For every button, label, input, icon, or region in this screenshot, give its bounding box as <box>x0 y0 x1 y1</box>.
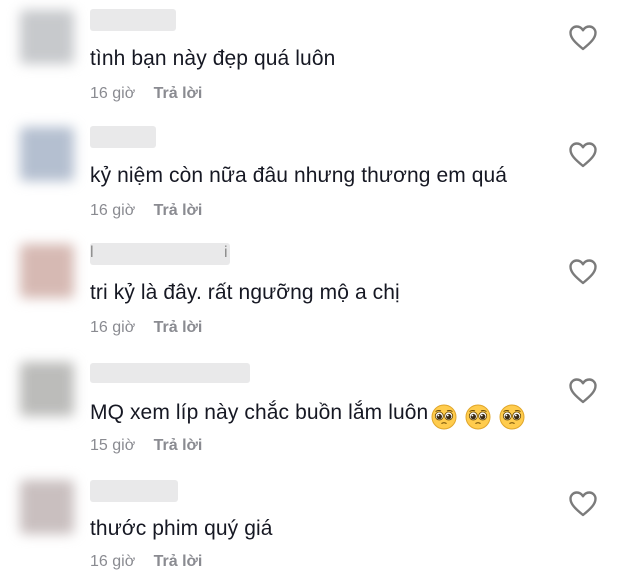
username-blurred[interactable] <box>90 480 178 502</box>
comment-meta: 16 giờ Trả lời <box>90 85 202 103</box>
comment-item: tình bạn này đẹp quá luôn 16 giờ Trả lời <box>0 0 620 117</box>
username-blurred[interactable]: l i <box>90 243 230 265</box>
pleading-face-emoji <box>465 404 491 430</box>
heart-outline-icon[interactable] <box>568 490 598 518</box>
comment-time: 16 giờ <box>90 553 136 570</box>
heart-outline-icon[interactable] <box>568 258 598 286</box>
comment-text: thước phim quý giá <box>90 517 273 540</box>
comment-item: thước phim quý giá 16 giờ Trả lời <box>0 468 620 585</box>
comment-text: kỷ niệm còn nữa đâu nhưng thương em quá <box>90 164 508 187</box>
comment-meta: 16 giờ Trả lời <box>90 553 202 571</box>
heart-outline-icon[interactable] <box>568 24 598 52</box>
username-blurred[interactable] <box>90 126 156 148</box>
avatar[interactable] <box>20 244 74 298</box>
reply-button[interactable]: Trả lời <box>154 553 203 570</box>
avatar[interactable] <box>20 362 74 416</box>
comment-time: 16 giờ <box>90 319 136 336</box>
username-initial: l <box>90 244 94 261</box>
username-blurred[interactable] <box>90 9 176 31</box>
comment-text: tri kỷ là đây. rất ngưỡng mộ a chị <box>90 281 400 304</box>
avatar[interactable] <box>20 10 74 64</box>
reply-button[interactable]: Trả lời <box>154 319 203 336</box>
comment-item: l i tri kỷ là đây. rất ngưỡng mộ a chị 1… <box>0 234 620 351</box>
comment-meta: 15 giờ Trả lời <box>90 437 202 455</box>
comment-meta: 16 giờ Trả lời <box>90 202 202 220</box>
comment-time: 16 giờ <box>90 85 136 102</box>
heart-outline-icon[interactable] <box>568 377 598 405</box>
comment-item: kỷ niệm còn nữa đâu nhưng thương em quá … <box>0 117 620 234</box>
reply-button[interactable]: Trả lời <box>154 85 203 102</box>
pleading-face-emoji <box>499 404 525 430</box>
comment-meta: 16 giờ Trả lời <box>90 319 202 337</box>
pleading-face-emoji <box>431 404 457 430</box>
comment-item: MQ xem líp này chắc buồn lắm luôn 15 giờ… <box>0 351 620 468</box>
username-blurred[interactable] <box>90 363 250 383</box>
reply-button[interactable]: Trả lời <box>154 202 203 219</box>
comment-text-content: MQ xem líp này chắc buồn lắm luôn <box>90 401 429 424</box>
avatar[interactable] <box>20 127 74 181</box>
username-tail: i <box>224 244 228 261</box>
comment-text: MQ xem líp này chắc buồn lắm luôn <box>90 401 533 430</box>
emoji-group <box>431 404 533 430</box>
avatar[interactable] <box>20 480 74 534</box>
reply-button[interactable]: Trả lời <box>154 437 203 454</box>
comment-time: 15 giờ <box>90 437 136 454</box>
comment-text: tình bạn này đẹp quá luôn <box>90 47 336 70</box>
comment-time: 16 giờ <box>90 202 136 219</box>
heart-outline-icon[interactable] <box>568 141 598 169</box>
